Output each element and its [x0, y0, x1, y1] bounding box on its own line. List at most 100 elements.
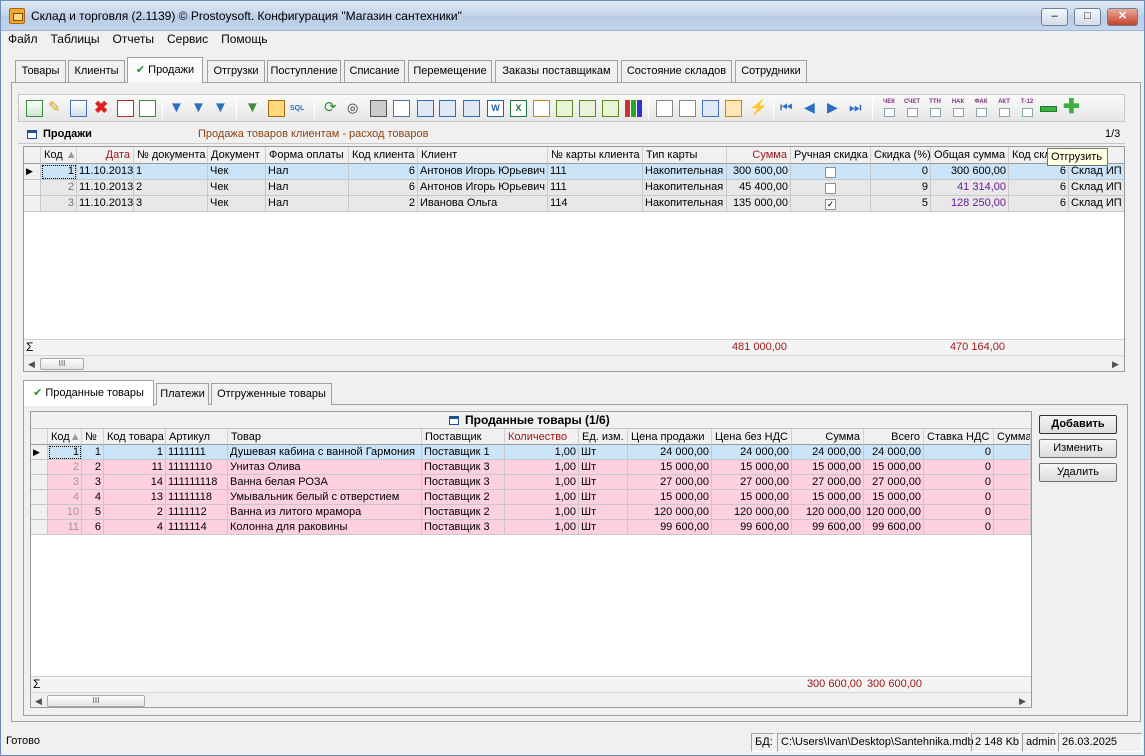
next-record-icon[interactable]: ▶: [827, 100, 844, 117]
sales-cell-doc[interactable]: Чек: [208, 164, 266, 180]
edit-button[interactable]: Изменить: [1039, 439, 1117, 458]
register-icon[interactable]: [725, 100, 742, 117]
sales-cell-sum[interactable]: 45 400,00: [727, 180, 791, 196]
tab-employees[interactable]: Сотрудники: [735, 60, 807, 82]
sold-cell-art[interactable]: 11111118: [166, 490, 228, 505]
sold-cell-supplier[interactable]: Поставщик 2: [422, 505, 505, 520]
sold-cell-name[interactable]: Ванна белая РОЗА: [228, 475, 422, 490]
filter-remove-icon[interactable]: ▼: [213, 100, 230, 117]
sales-cell-card_no[interactable]: 111: [548, 180, 643, 196]
sort-filter-icon[interactable]: ▼: [245, 100, 262, 117]
col-header[interactable]: Всего: [864, 429, 924, 445]
sold-cell-code[interactable]: 4: [104, 520, 166, 535]
filter-clear-icon[interactable]: ▼: [191, 100, 208, 117]
sold-cell-kod[interactable]: 10: [48, 505, 82, 520]
sales-row[interactable]: ▶ 1 11.10.2013 1 Чек Нал 6 Антонов Игорь Юрьеви…: [24, 164, 1124, 180]
sold-row[interactable]: 3 3 14 111111118 Ванна белая РОЗА Поставщик 3…: [31, 475, 1031, 491]
sales-cell-date[interactable]: 11.10.2013: [77, 196, 134, 212]
lightning-icon[interactable]: ⚡: [749, 100, 768, 117]
sold-cell-vat-sum[interactable]: [994, 445, 1031, 460]
scroll-right-icon[interactable]: ▶: [1112, 359, 1119, 370]
sales-cell-card_type[interactable]: Накопительная: [643, 180, 727, 196]
invoice-button[interactable]: СЧЕТ: [901, 99, 923, 119]
sales-cell-card_type[interactable]: Накопительная: [643, 196, 727, 212]
sales-cell-doc_no[interactable]: 1: [134, 164, 208, 180]
sold-row[interactable]: 11 6 4 1111114 Колонна для раковины Поставщик…: [31, 520, 1031, 536]
sold-cell-art[interactable]: 1111112: [166, 505, 228, 520]
export-txt-icon[interactable]: [579, 100, 596, 117]
sold-cell-total[interactable]: 120 000,00: [864, 505, 924, 520]
scroll-right-icon[interactable]: ▶: [1019, 696, 1026, 707]
minus-icon[interactable]: [1040, 106, 1057, 112]
checkbox-icon[interactable]: ✓: [825, 198, 836, 210]
sold-cell-qty[interactable]: 1,00: [505, 445, 579, 460]
sales-cell-wh[interactable]: Склад ИП: [1069, 164, 1124, 180]
sold-cell-code[interactable]: 2: [104, 505, 166, 520]
col-header[interactable]: Код клиента: [349, 147, 418, 164]
sales-cell-client[interactable]: Иванова Ольга: [418, 196, 548, 212]
sold-cell-price[interactable]: 27 000,00: [628, 475, 712, 490]
import-icon[interactable]: [139, 100, 156, 117]
delete-button[interactable]: Удалить: [1039, 463, 1117, 482]
sales-cell-payment[interactable]: Нал: [266, 180, 349, 196]
sold-cell-price_nds[interactable]: 27 000,00: [712, 475, 792, 490]
sold-row[interactable]: ▶ 1 1 1 1111111 Душевая кабина с ванной Гармо…: [31, 445, 1031, 461]
sales-cell-wh_code[interactable]: 6: [1009, 196, 1069, 212]
sold-cell-unit[interactable]: Шт: [579, 460, 628, 475]
sold-cell-art[interactable]: 1111114: [166, 520, 228, 535]
sold-cell-price_nds[interactable]: 24 000,00: [712, 445, 792, 460]
menu-help[interactable]: Помощь: [214, 31, 273, 46]
sold-cell-sum[interactable]: 99 600,00: [792, 520, 864, 535]
delete-all-icon[interactable]: [117, 100, 134, 117]
sold-cell-supplier[interactable]: Поставщик 2: [422, 490, 505, 505]
sales-cell-discount[interactable]: 0: [871, 164, 931, 180]
sales-cell-client_code[interactable]: 2: [349, 196, 418, 212]
sold-cell-sum[interactable]: 24 000,00: [792, 445, 864, 460]
col-header[interactable]: №: [82, 429, 104, 445]
col-header[interactable]: № документа: [134, 147, 208, 164]
export-csv-icon[interactable]: [556, 100, 573, 117]
sold-cell-name[interactable]: Душевая кабина с ванной Гармония: [228, 445, 422, 460]
col-header[interactable]: Ед. изм.: [579, 429, 628, 445]
sales-cell-date[interactable]: 11.10.2013: [77, 164, 134, 180]
sold-cell-sum[interactable]: 15 000,00: [792, 460, 864, 475]
word-icon[interactable]: W: [487, 100, 504, 117]
add-button[interactable]: Добавить: [1039, 415, 1117, 434]
sold-cell-vat[interactable]: 0: [924, 505, 994, 520]
sales-row[interactable]: 2 11.10.2013 2 Чек Нал 6 Антонов Игорь Юрьевич…: [24, 180, 1124, 196]
manual-discount-checkbox[interactable]: ✓: [791, 196, 871, 212]
sold-cell-no[interactable]: 6: [82, 520, 104, 535]
tab-sold-goods[interactable]: ✔ Проданные товары: [23, 380, 154, 406]
sold-cell-price_nds[interactable]: 15 000,00: [712, 490, 792, 505]
sold-cell-total[interactable]: 27 000,00: [864, 475, 924, 490]
excel-icon[interactable]: X: [510, 100, 527, 117]
sold-cell-no[interactable]: 2: [82, 460, 104, 475]
sold-cell-vat-sum[interactable]: [994, 475, 1031, 490]
sold-row[interactable]: 2 2 11 11111110 Унитаз Олива Поставщик 3 1,00 Ш…: [31, 460, 1031, 476]
sold-cell-total[interactable]: 15 000,00: [864, 490, 924, 505]
sold-cell-vat-sum[interactable]: [994, 505, 1031, 520]
scroll-thumb[interactable]: III: [40, 358, 84, 370]
sales-cell-doc[interactable]: Чек: [208, 180, 266, 196]
filter-icon[interactable]: ▼: [169, 100, 186, 117]
col-header[interactable]: Общая сумма: [931, 147, 1009, 164]
sales-cell-wh[interactable]: Склад ИП: [1069, 180, 1124, 196]
sold-cell-total[interactable]: 99 600,00: [864, 520, 924, 535]
chart-icon[interactable]: [625, 100, 642, 117]
col-header[interactable]: Дата: [77, 147, 134, 164]
sold-cell-qty[interactable]: 1,00: [505, 475, 579, 490]
sales-cell-total[interactable]: 41 314,00: [931, 180, 1009, 196]
sales-cell-doc[interactable]: Чек: [208, 196, 266, 212]
col-header[interactable]: Поставщик: [422, 429, 505, 445]
sold-cell-kod[interactable]: 3: [48, 475, 82, 490]
col-header[interactable]: Скидка (%): [871, 147, 931, 164]
tab-warehouse-state[interactable]: Состояние складов: [621, 60, 732, 82]
plus-icon[interactable]: ✚: [1063, 97, 1080, 117]
col-header[interactable]: Артикул: [166, 429, 228, 445]
sales-cell-total[interactable]: 300 600,00: [931, 164, 1009, 180]
tab-products[interactable]: Товары: [15, 60, 66, 82]
col-header[interactable]: Документ: [208, 147, 266, 164]
first-record-icon[interactable]: ⏮: [780, 100, 797, 117]
group-icon[interactable]: [268, 100, 285, 117]
manual-discount-checkbox[interactable]: [791, 164, 871, 180]
